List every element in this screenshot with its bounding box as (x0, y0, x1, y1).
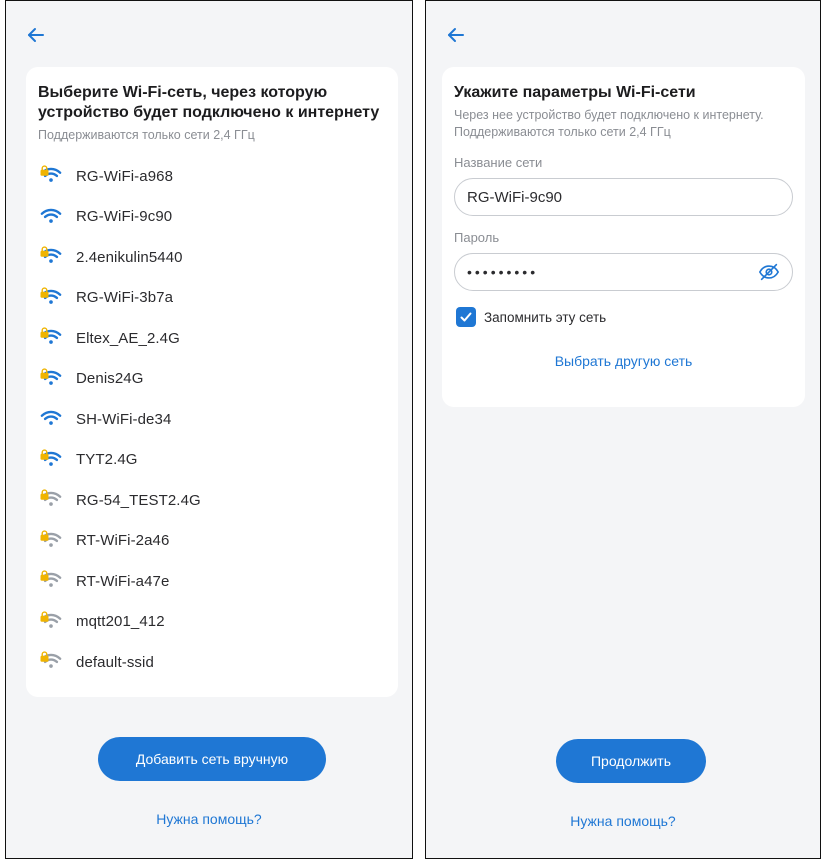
network-name: mqtt201_412 (76, 613, 165, 631)
remember-network-checkbox[interactable]: Запомнить эту сеть (454, 307, 793, 327)
network-name: SH-WiFi-de34 (76, 410, 172, 428)
network-item[interactable]: RT-WiFi-a47e (38, 561, 384, 602)
network-list-card: Выберите Wi-Fi-сеть, через которую устро… (26, 67, 398, 697)
wifi-icon (40, 287, 66, 309)
checkbox-checked-icon[interactable] (456, 307, 476, 327)
wifi-icon (40, 570, 66, 592)
network-name: Eltex_AE_2.4G (76, 329, 180, 347)
password-label: Пароль (454, 230, 500, 245)
lock-icon (40, 287, 49, 298)
lock-icon (40, 611, 49, 622)
network-params-screen: Укажите параметры Wi-Fi-сети Через нее у… (425, 0, 821, 859)
wifi-icon (40, 165, 66, 187)
network-item[interactable]: Eltex_AE_2.4G (38, 318, 384, 359)
wifi-icon (40, 206, 66, 228)
wifi-icon (40, 408, 66, 430)
lock-icon (40, 651, 49, 663)
network-item[interactable]: SH-WiFi-de34 (38, 399, 384, 440)
eye-off-icon[interactable] (758, 261, 780, 283)
wifi-icon (40, 651, 66, 673)
network-item[interactable]: 2.4enikulin5440 (38, 237, 384, 278)
choose-other-network-link[interactable]: Выбрать другую сеть (454, 353, 793, 369)
wifi-icon (40, 530, 66, 552)
page-title: Выберите Wi-Fi-сеть, через которую устро… (38, 84, 380, 121)
params-description: Через нее устройство будет подключено к … (454, 108, 764, 139)
network-name: RG-54_TEST2.4G (76, 491, 201, 509)
network-name: Denis24G (76, 370, 144, 388)
lock-icon (40, 530, 49, 541)
list-scroll-indicator (38, 683, 384, 697)
network-name: RG-WiFi-9c90 (76, 208, 173, 226)
lock-icon (40, 327, 49, 339)
lock-icon (40, 489, 49, 501)
wifi-icon (40, 489, 66, 511)
lock-icon (40, 368, 49, 379)
network-name: default-ssid (76, 653, 154, 671)
continue-button[interactable]: Продолжить (556, 739, 706, 783)
lock-icon (40, 246, 49, 258)
network-name-field[interactable] (454, 178, 793, 216)
back-arrow-icon[interactable] (24, 23, 48, 47)
network-item[interactable]: RG-WiFi-a968 (38, 156, 384, 197)
network-name-input[interactable] (467, 188, 780, 206)
network-item[interactable]: RG-WiFi-9c90 (38, 197, 384, 238)
network-item[interactable]: RG-WiFi-3b7a (38, 278, 384, 319)
help-link[interactable]: Нужна помощь? (6, 811, 412, 827)
network-item[interactable]: RG-54_TEST2.4G (38, 480, 384, 521)
network-name: RG-WiFi-a968 (76, 167, 174, 185)
network-name-label: Название сети (454, 155, 543, 170)
wifi-icon (40, 449, 66, 471)
network-item[interactable]: mqtt201_412 (38, 602, 384, 643)
password-field[interactable]: ••••••••• (454, 253, 793, 291)
network-name: 2.4enikulin5440 (76, 248, 183, 266)
password-input[interactable]: ••••••••• (467, 264, 758, 280)
network-list-screen: Выберите Wi-Fi-сеть, через которую устро… (5, 0, 413, 859)
network-name: RT-WiFi-a47e (76, 572, 170, 590)
frequency-note: Поддерживаются только сети 2,4 ГГц (38, 128, 255, 142)
wifi-icon (40, 327, 66, 349)
add-network-manually-button[interactable]: Добавить сеть вручную (98, 737, 326, 781)
network-item[interactable]: TYT2.4G (38, 440, 384, 481)
wifi-icon (40, 246, 66, 268)
lock-icon (40, 449, 49, 460)
back-arrow-icon[interactable] (444, 23, 468, 47)
network-item[interactable]: RT-WiFi-2a46 (38, 521, 384, 562)
network-item[interactable]: Denis24G (38, 359, 384, 400)
network-params-card: Укажите параметры Wi-Fi-сети Через нее у… (442, 67, 805, 407)
network-name: RG-WiFi-3b7a (76, 289, 174, 307)
lock-icon (40, 165, 49, 177)
lock-icon (40, 570, 49, 582)
network-item[interactable]: default-ssid (38, 642, 384, 683)
network-name: RT-WiFi-2a46 (76, 532, 170, 550)
help-link[interactable]: Нужна помощь? (426, 813, 820, 829)
remember-network-label: Запомнить эту сеть (484, 309, 607, 325)
wifi-icon (40, 611, 66, 633)
network-list: RG-WiFi-a968 RG-WiFi-9c90 2.4enikulin5440 R… (38, 156, 384, 697)
network-name: TYT2.4G (76, 451, 138, 469)
page-title: Укажите параметры Wi-Fi-сети (454, 84, 696, 101)
wifi-icon (40, 368, 66, 390)
